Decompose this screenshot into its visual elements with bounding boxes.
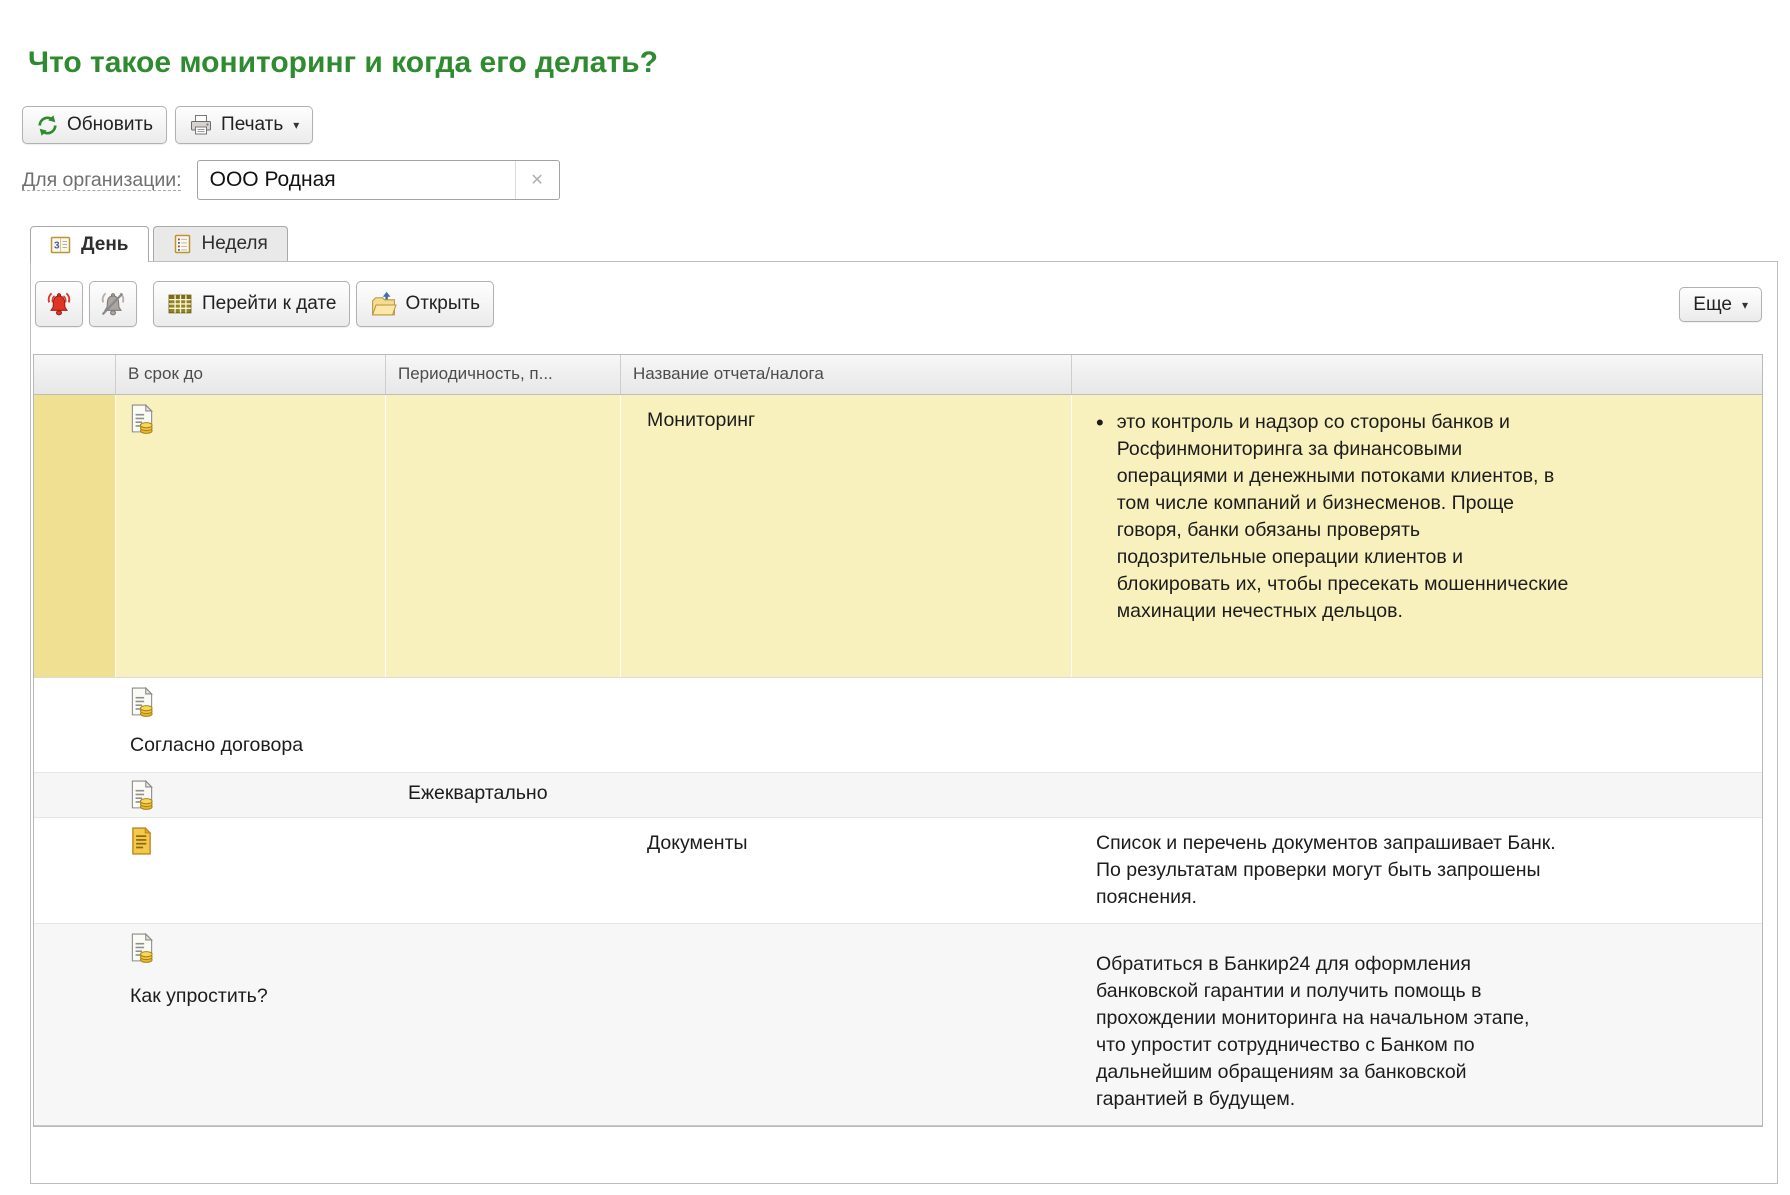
note-text: это контроль и надзор со стороны банков …: [1117, 409, 1569, 625]
document-icon: [130, 827, 153, 855]
organization-filter-row: Для организации: ✕: [22, 161, 1790, 199]
due-text: Согласно договора: [130, 734, 303, 757]
organization-field[interactable]: ✕: [197, 160, 560, 200]
refresh-button[interactable]: Обновить: [22, 106, 167, 144]
row-selector-cell: [34, 773, 116, 817]
caret-down-icon: ▾: [293, 118, 299, 132]
top-toolbar: Обновить Печать ▾: [22, 106, 1790, 144]
table-row-contract[interactable]: Согласно договора: [34, 678, 1762, 773]
calendar-day-icon: 3: [50, 235, 71, 255]
periodicity-cell: [386, 678, 621, 772]
tab-week[interactable]: Неделя: [153, 226, 288, 261]
tab-day[interactable]: 3 День: [30, 226, 149, 262]
panel-toolbar: Перейти к дате Открыть Еще ▾: [31, 262, 1777, 327]
table-header-row: В срок до Периодичность, п... Название о…: [34, 355, 1762, 395]
svg-text:3: 3: [54, 240, 60, 251]
organization-input[interactable]: [198, 161, 515, 199]
print-button[interactable]: Печать ▾: [175, 106, 313, 144]
bell-icon: [45, 291, 73, 318]
report-with-coins-icon: [130, 404, 154, 434]
refresh-button-label: Обновить: [67, 114, 153, 136]
reminder-on-button[interactable]: [35, 281, 83, 327]
periodicity-cell: [386, 395, 621, 677]
due-cell: Согласно договора: [116, 678, 386, 772]
header-report-name[interactable]: Название отчета/налога: [621, 355, 1072, 394]
report-with-coins-icon: [130, 780, 154, 810]
report-name-cell: [621, 924, 1072, 1125]
periodicity-cell: Ежеквартально: [386, 773, 621, 817]
header-due-date[interactable]: В срок до: [116, 355, 386, 394]
report-name-cell: [621, 773, 1072, 817]
bullet-marker: •: [1096, 409, 1104, 625]
day-tab-panel: Перейти к дате Открыть Еще ▾: [30, 261, 1778, 1184]
open-button[interactable]: Открыть: [356, 281, 494, 327]
open-folder-icon: [370, 291, 397, 318]
periodicity-cell: [386, 924, 621, 1125]
tab-week-label: Неделя: [202, 233, 268, 255]
more-button[interactable]: Еще ▾: [1679, 287, 1762, 322]
notes-cell: • это контроль и надзор со стороны банко…: [1072, 395, 1762, 677]
row-selector-cell: [34, 818, 116, 923]
printer-icon: [189, 114, 213, 136]
periodicity-cell: [386, 818, 621, 923]
report-with-coins-icon: [130, 933, 154, 963]
organization-filter-label[interactable]: Для организации:: [22, 169, 182, 192]
due-cell: [116, 773, 386, 817]
row-selector-cell: [34, 678, 116, 772]
header-notes: [1072, 355, 1762, 394]
due-cell: Как упростить?: [116, 924, 386, 1125]
table-row-monitoring[interactable]: Мониторинг • это контроль и надзор со ст…: [34, 395, 1762, 678]
report-name-cell: [621, 678, 1072, 772]
row-selector-cell: [34, 924, 116, 1125]
open-button-label: Открыть: [405, 293, 480, 315]
caret-down-icon: ▾: [1742, 298, 1748, 312]
goto-date-button[interactable]: Перейти к дате: [153, 281, 350, 327]
schedule-table: В срок до Периодичность, п... Название о…: [33, 354, 1763, 1127]
goto-date-label: Перейти к дате: [202, 293, 336, 315]
due-cell: [116, 818, 386, 923]
table-row-how-to-simplify[interactable]: Как упростить? Обратиться в Банкир24 для…: [34, 924, 1762, 1126]
due-text: Как упростить?: [130, 985, 268, 1008]
goto-date-icon: [167, 292, 194, 317]
notes-cell: Обратиться в Банкир24 для оформления бан…: [1072, 924, 1762, 1125]
monitoring-report-page: Что такое мониторинг и когда его делать?…: [0, 0, 1790, 1195]
refresh-icon: [36, 114, 59, 137]
notes-cell: [1072, 773, 1762, 817]
header-selector: [34, 355, 116, 394]
tab-bar: 3 День: [30, 226, 1790, 261]
report-name-cell: Мониторинг: [621, 395, 1072, 677]
more-button-label: Еще: [1693, 294, 1732, 316]
header-periodicity[interactable]: Периодичность, п...: [386, 355, 621, 394]
notes-cell: [1072, 678, 1762, 772]
print-button-label: Печать: [221, 114, 283, 136]
report-name-cell: Документы: [621, 818, 1072, 923]
report-with-coins-icon: [130, 687, 154, 717]
clear-icon[interactable]: ✕: [515, 161, 559, 199]
tab-day-label: День: [81, 234, 129, 256]
row-selector-cell: [34, 395, 116, 677]
table-row-quarterly[interactable]: Ежеквартально: [34, 773, 1762, 818]
due-cell: [116, 395, 386, 677]
reminder-off-button[interactable]: [89, 281, 137, 327]
note-text: Список и перечень документов запрашивает…: [1096, 830, 1561, 911]
table-row-documents[interactable]: Документы Список и перечень документов з…: [34, 818, 1762, 924]
note-text: Обратиться в Банкир24 для оформления бан…: [1096, 951, 1561, 1113]
week-list-icon: [173, 234, 192, 254]
page-title: Что такое мониторинг и когда его делать?: [28, 46, 1790, 80]
notes-cell: Список и перечень документов запрашивает…: [1072, 818, 1762, 923]
bell-off-icon: [99, 291, 127, 318]
